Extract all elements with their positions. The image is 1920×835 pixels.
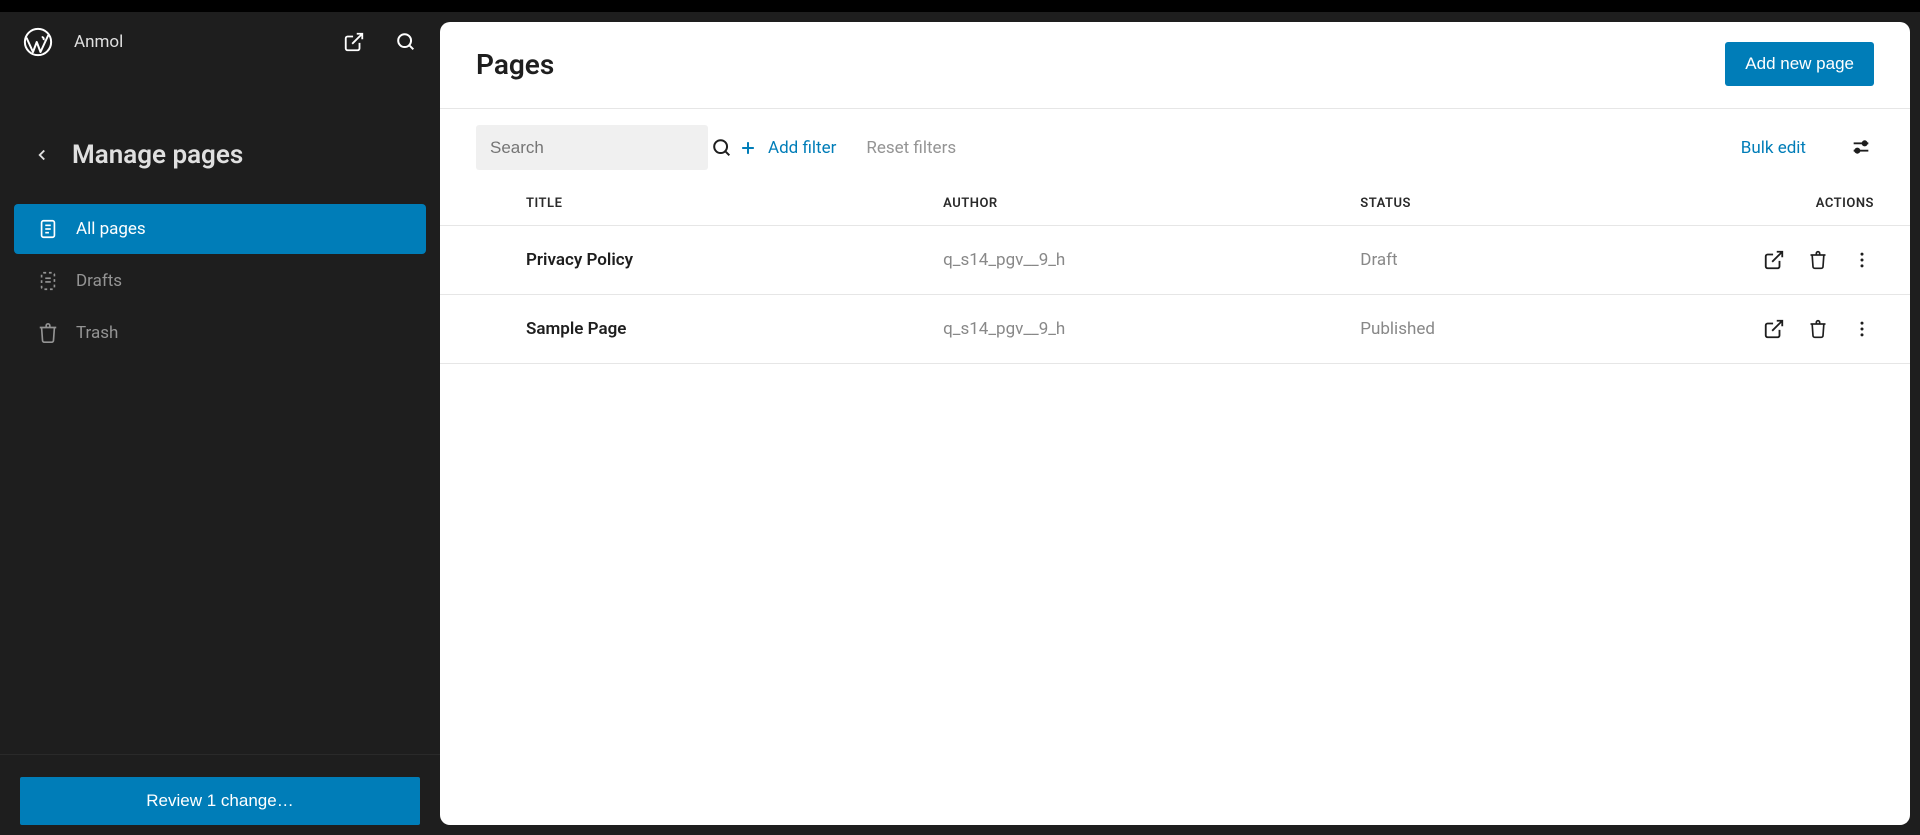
search-box[interactable] [476, 125, 708, 170]
table-row[interactable]: Privacy Policy q_s14_pgv__9_h Draft [440, 226, 1910, 295]
add-new-page-button[interactable]: Add new page [1725, 42, 1874, 86]
row-status: Published [1360, 319, 1694, 339]
row-title[interactable]: Sample Page [526, 319, 943, 339]
bulk-edit-button[interactable]: Bulk edit [1741, 138, 1806, 158]
more-actions-icon[interactable] [1850, 317, 1874, 341]
pages-table: TITLE AUTHOR STATUS ACTIONS Privacy Poli… [440, 186, 1910, 364]
row-title[interactable]: Privacy Policy [526, 250, 943, 270]
sidebar-item-drafts[interactable]: Drafts [14, 256, 426, 306]
sidebar-item-label: Trash [76, 323, 118, 343]
review-changes-button[interactable]: Review 1 change… [20, 777, 420, 825]
sidebar-footer: Review 1 change… [0, 754, 440, 825]
sidebar-item-trash[interactable]: Trash [14, 308, 426, 358]
search-icon[interactable] [392, 28, 420, 56]
trash-icon [36, 321, 60, 345]
reset-filters-button[interactable]: Reset filters [866, 138, 956, 158]
row-author: q_s14_pgv__9_h [943, 250, 1360, 270]
page-title: Pages [476, 48, 554, 81]
filter-toolbar: Add filter Reset filters Bulk edit [440, 109, 1910, 186]
pages-icon [36, 217, 60, 241]
table-header: TITLE AUTHOR STATUS ACTIONS [440, 186, 1910, 226]
site-name[interactable]: Anmol [74, 32, 322, 52]
search-input[interactable] [490, 138, 711, 158]
trash-icon[interactable] [1806, 317, 1830, 341]
row-status: Draft [1360, 250, 1694, 270]
table-row[interactable]: Sample Page q_s14_pgv__9_h Published [440, 295, 1910, 364]
search-icon [711, 137, 733, 159]
column-header-status[interactable]: STATUS [1360, 196, 1694, 211]
column-header-author[interactable]: AUTHOR [943, 196, 1360, 211]
sidebar-nav: All pages Drafts [0, 204, 440, 358]
add-filter-label: Add filter [768, 138, 836, 158]
sidebar-header: Anmol [0, 12, 440, 72]
wordpress-logo-icon[interactable] [20, 24, 56, 60]
column-header-title[interactable]: TITLE [526, 196, 943, 211]
back-chevron-icon[interactable] [28, 141, 56, 169]
more-actions-icon[interactable] [1850, 248, 1874, 272]
sidebar-title: Manage pages [72, 140, 243, 170]
sidebar-item-all-pages[interactable]: All pages [14, 204, 426, 254]
sidebar: Anmol [0, 12, 440, 835]
view-options-icon[interactable] [1850, 136, 1874, 160]
sidebar-item-label: Drafts [76, 271, 122, 291]
panel-header: Pages Add new page [440, 22, 1910, 109]
window-chrome-top [0, 0, 1920, 12]
sidebar-item-label: All pages [76, 219, 146, 239]
column-header-actions: ACTIONS [1694, 196, 1874, 211]
trash-icon[interactable] [1806, 248, 1830, 272]
open-external-icon[interactable] [1762, 317, 1786, 341]
open-external-icon[interactable] [1762, 248, 1786, 272]
add-filter-button[interactable]: Add filter [738, 138, 836, 158]
main-panel: Pages Add new page [440, 22, 1910, 825]
drafts-icon [36, 269, 60, 293]
row-author: q_s14_pgv__9_h [943, 319, 1360, 339]
plus-icon [738, 138, 758, 158]
external-link-icon[interactable] [340, 28, 368, 56]
